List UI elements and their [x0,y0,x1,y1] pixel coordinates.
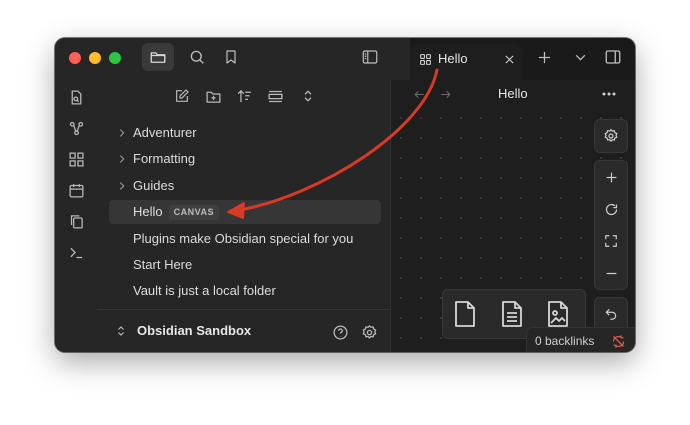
annotation-arrow [227,68,439,219]
